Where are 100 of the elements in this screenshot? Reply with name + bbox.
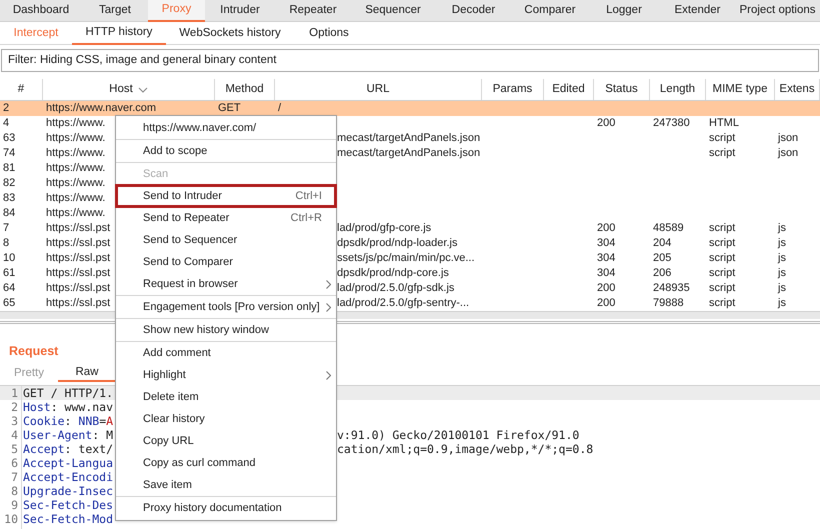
menu-item[interactable]: Copy URL [116, 430, 336, 452]
line-number: 2 [11, 400, 18, 414]
table-row[interactable]: 2 https://www.naver.com GET / [0, 101, 820, 116]
menu-item[interactable]: Delete item [116, 386, 336, 408]
table-cell: json [778, 147, 798, 159]
main-tab[interactable]: Logger [588, 0, 660, 22]
table-cell: 48589 [653, 222, 684, 234]
main-tab[interactable]: Project options [735, 0, 820, 22]
menu-item[interactable]: Add to scope [116, 140, 336, 162]
table-cell: script [709, 222, 736, 234]
table-cell: 200 [597, 282, 616, 294]
table-cell: dpsdk/prod/ndp-core.js [337, 267, 449, 279]
chevron-right-icon [326, 280, 331, 288]
line-number: 4 [11, 428, 18, 442]
table-cell: https://www. [46, 162, 106, 174]
code-line: Upgrade-Insec [23, 484, 114, 498]
table-cell: 2 [3, 102, 10, 114]
table-cell: 8 [3, 237, 10, 249]
table-cell: 82 [3, 177, 16, 189]
code-line: Accept: text/ [23, 442, 114, 456]
code-line: v:91.0) Gecko/20100101 Firefox/91.0 [337, 428, 580, 442]
menu-item[interactable]: Proxy history documentation [116, 497, 336, 519]
line-number: 8 [11, 484, 18, 498]
table-cell: 63 [3, 132, 16, 144]
table-cell: 248935 [653, 282, 690, 294]
code-line: cation/xml;q=0.9,image/webp,*/*;q=0.8 [337, 442, 594, 456]
table-cell: js [778, 222, 786, 234]
main-tab[interactable]: Decoder [435, 0, 512, 22]
menu-item[interactable]: Save item [116, 474, 336, 496]
table-cell: 304 [597, 252, 616, 264]
sub-tab[interactable]: HTTP history [72, 22, 166, 45]
table-cell: 61 [3, 267, 16, 279]
menu-item[interactable]: Clear history [116, 408, 336, 430]
menu-item[interactable]: Add comment [116, 342, 336, 364]
column-header[interactable]: Edited [544, 79, 594, 100]
line-number: 7 [11, 470, 18, 484]
main-tab[interactable]: Repeater [275, 0, 351, 22]
line-number: 5 [11, 442, 18, 456]
table-cell: https://www. [46, 147, 106, 159]
table-cell: script [709, 252, 736, 264]
table-cell: https://www. [46, 132, 106, 144]
table-cell: script [709, 147, 736, 159]
code-line: Accept-Langua [23, 456, 114, 470]
table-cell: https://www.naver.com [46, 102, 156, 114]
table-cell: lad/prod/2.5.0/gfp-sentry-... [337, 297, 470, 309]
table-cell: dpsdk/prod/ndp-loader.js [337, 237, 458, 249]
menu-item[interactable]: Highlight [116, 364, 336, 386]
column-header[interactable]: URL [275, 79, 482, 100]
column-header[interactable]: # [0, 79, 43, 100]
line-number: 9 [11, 498, 18, 512]
table-cell: HTML [709, 117, 739, 129]
table-cell: 83 [3, 192, 16, 204]
table-cell: lad/prod/2.5.0/gfp-sdk.js [337, 282, 454, 294]
table-cell: 200 [597, 222, 616, 234]
table-cell: 7 [3, 222, 10, 234]
code-line: User-Agent: M [23, 428, 114, 442]
table-cell: script [709, 237, 736, 249]
table-cell: GET [218, 102, 241, 114]
column-header[interactable]: Host [43, 79, 215, 100]
table-cell: script [709, 282, 736, 294]
table-cell: js [778, 297, 786, 309]
menu-item[interactable]: Show new history window [116, 319, 336, 341]
code-line: Cookie: NNB=A [23, 414, 114, 428]
main-tab[interactable]: Comparer [512, 0, 588, 22]
table-cell: 79888 [653, 297, 684, 309]
table-cell: script [709, 132, 736, 144]
menu-item[interactable]: Copy as curl command [116, 452, 336, 474]
sub-tab[interactable]: WebSockets history [166, 22, 294, 45]
table-cell: 10 [3, 252, 16, 264]
table-cell: 4 [3, 117, 10, 129]
table-cell: ssets/js/pc/main/min/pc.ve... [337, 252, 475, 264]
table-cell: mecast/targetAndPanels.json [337, 147, 480, 159]
column-header[interactable]: MIME type [706, 79, 775, 100]
column-header[interactable]: Status [594, 79, 650, 100]
line-number: 10 [4, 512, 18, 526]
table-cell: js [778, 267, 786, 279]
table-cell: 200 [597, 297, 616, 309]
main-tab[interactable]: Dashboard [0, 0, 82, 22]
code-line: Sec-Fetch-Des [23, 498, 114, 512]
column-header[interactable]: Length [650, 79, 706, 100]
main-tab[interactable]: Target [82, 0, 148, 22]
main-tab[interactable]: Extender [660, 0, 735, 22]
column-header[interactable]: Extens [775, 79, 820, 100]
column-header[interactable]: Params [482, 79, 544, 100]
table-cell: https://ssl.pst [46, 282, 110, 294]
menu-item[interactable]: Engagement tools [Pro version only] [116, 296, 336, 318]
line-number: 1 [11, 386, 18, 400]
sub-tab[interactable]: Options [294, 22, 364, 45]
panel-title: Request [9, 343, 58, 360]
main-tab[interactable]: Sequencer [351, 0, 435, 22]
table-cell: https://ssl.pst [46, 237, 110, 249]
column-header[interactable]: Method [215, 79, 275, 100]
table-cell: https://www. [46, 117, 106, 129]
table-cell: https://ssl.pst [46, 222, 110, 234]
table-cell: https://www. [46, 207, 106, 219]
main-tab[interactable]: Intruder [205, 0, 275, 22]
table-cell: 206 [653, 267, 672, 279]
filter-bar[interactable]: Filter: Hiding CSS, image and general binary content [1, 49, 819, 72]
table-cell: 65 [3, 297, 16, 309]
shortcut-label: Ctrl+I [295, 188, 323, 204]
